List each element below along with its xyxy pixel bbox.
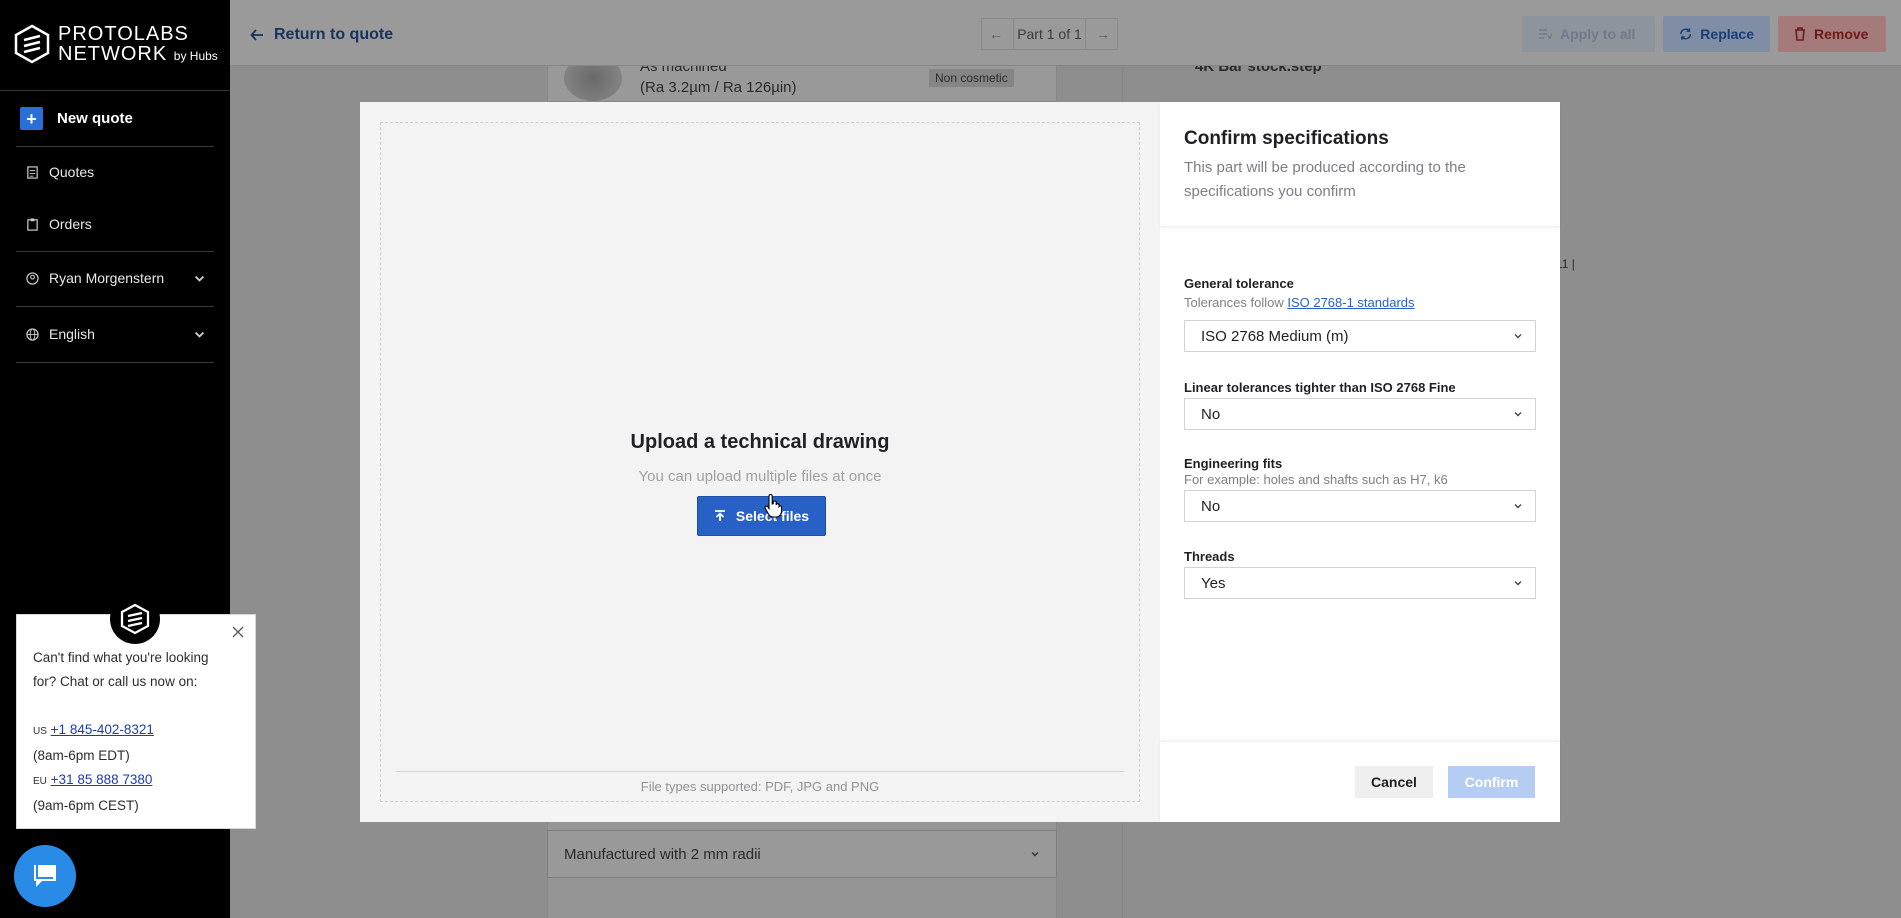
sidebar-separator bbox=[16, 251, 214, 252]
sidebar-item-language[interactable]: English bbox=[26, 326, 206, 342]
apply-to-all-button[interactable]: Apply to all bbox=[1522, 16, 1655, 52]
general-tolerance-label: General tolerance bbox=[1184, 276, 1294, 291]
threads-label: Threads bbox=[1184, 549, 1235, 564]
return-to-quote-link[interactable]: Return to quote bbox=[250, 26, 393, 44]
next-part-button[interactable]: → bbox=[1089, 26, 1117, 42]
sidebar-item-label: Orders bbox=[49, 216, 92, 232]
globe-icon bbox=[26, 327, 39, 341]
sidebar-item-account[interactable]: Ryan Morgenstern bbox=[26, 270, 206, 286]
trash-icon bbox=[1795, 27, 1805, 41]
replace-label: Replace bbox=[1700, 26, 1754, 42]
chat-bubble-icon bbox=[34, 865, 56, 887]
eu-hours: (9am-6pm CEST) bbox=[33, 798, 139, 813]
chevron-down-icon bbox=[194, 275, 205, 282]
supported-file-types: File types supported: PDF, JPG and PNG bbox=[640, 779, 880, 794]
sidebar-separator bbox=[16, 362, 214, 363]
linear-tolerance-label: Linear tolerances tighter than ISO 2768 … bbox=[1184, 380, 1456, 395]
apply-to-all-label: Apply to all bbox=[1560, 26, 1636, 42]
sidebar-item-label: Quotes bbox=[49, 164, 95, 180]
return-label: Return to quote bbox=[274, 26, 394, 43]
plus-icon: + bbox=[20, 107, 43, 130]
us-hours: (8am-6pm EDT) bbox=[33, 748, 130, 763]
logo-line-1: PROTOLABS bbox=[58, 23, 189, 45]
part-pager: ← Part 1 of 1 → bbox=[981, 18, 1118, 50]
general-tolerance-value: ISO 2768 Medium (m) bbox=[1201, 327, 1349, 345]
threads-select[interactable]: Yes bbox=[1184, 567, 1536, 599]
general-tolerance-help: Tolerances follow ISO 2768-1 standards bbox=[1184, 295, 1415, 310]
hubs-logo-icon bbox=[120, 603, 150, 635]
spec-footer: Cancel Confirm bbox=[1160, 742, 1560, 822]
dropzone-footer-divider bbox=[396, 771, 1124, 772]
technical-drawing-modal: Upload a technical drawing You can uploa… bbox=[360, 102, 1560, 822]
linear-tolerance-select[interactable]: No bbox=[1184, 398, 1536, 430]
chevron-down-icon bbox=[1514, 581, 1522, 586]
us-code: US bbox=[33, 726, 47, 737]
arrow-left-icon bbox=[250, 29, 263, 41]
chat-message-text: Can't find what you're looking for? Chat… bbox=[33, 650, 209, 689]
new-quote-label: New quote bbox=[57, 110, 133, 127]
clipboard-icon bbox=[27, 217, 38, 231]
replace-button[interactable]: Replace bbox=[1663, 16, 1770, 52]
sidebar-separator bbox=[16, 306, 214, 307]
apply-list-icon bbox=[1539, 29, 1552, 40]
user-icon bbox=[26, 271, 39, 285]
remove-button[interactable]: Remove bbox=[1778, 16, 1886, 52]
engineering-fits-value: No bbox=[1201, 497, 1221, 515]
upload-subtitle: You can upload multiple files at once bbox=[638, 468, 882, 485]
engineering-fits-help: For example: holes and shafts such as H7… bbox=[1184, 472, 1448, 487]
cancel-button[interactable]: Cancel bbox=[1355, 766, 1433, 798]
logo-line-2: NETWORK bbox=[58, 43, 168, 65]
engineering-fits-select[interactable]: No bbox=[1184, 490, 1536, 522]
close-icon[interactable] bbox=[230, 624, 246, 640]
radii-value: Manufactured with 2 mm radii bbox=[564, 845, 761, 863]
chevron-down-icon bbox=[1514, 412, 1522, 417]
pager-separator bbox=[1084, 19, 1086, 49]
engineering-fits-label: Engineering fits bbox=[1184, 456, 1283, 471]
refresh-icon bbox=[1680, 28, 1692, 40]
linear-tolerance-value: No bbox=[1201, 405, 1221, 423]
general-tolerance-help-text: Tolerances follow bbox=[1184, 295, 1288, 310]
select-files-button[interactable]: Select files bbox=[697, 496, 826, 536]
finish-roughness: (Ra 3.2µm / Ra 126µin) bbox=[640, 79, 797, 96]
sidebar-divider bbox=[0, 90, 230, 91]
eu-code: EU bbox=[33, 776, 47, 787]
radii-selector[interactable]: Manufactured with 2 mm radii bbox=[547, 830, 1057, 878]
sidebar-item-label: Ryan Morgenstern bbox=[49, 270, 165, 286]
previous-part-button[interactable]: ← bbox=[982, 26, 1010, 42]
hubs-logo-icon bbox=[14, 24, 50, 64]
pager-label: Part 1 of 1 bbox=[1017, 26, 1082, 42]
us-phone-link[interactable]: +1 845-402-8321 bbox=[51, 722, 154, 737]
sidebar-item-quotes[interactable]: Quotes bbox=[26, 164, 206, 180]
spec-header: Confirm specifications This part will be… bbox=[1160, 102, 1560, 226]
sidebar-item-label: English bbox=[49, 326, 95, 342]
chat-launcher-button[interactable] bbox=[14, 845, 76, 907]
iso-standards-link[interactable]: ISO 2768-1 standards bbox=[1287, 295, 1414, 310]
file-dropzone[interactable]: Upload a technical drawing You can uploa… bbox=[380, 122, 1140, 802]
chevron-down-icon bbox=[1514, 334, 1522, 339]
upload-icon bbox=[714, 510, 725, 521]
chat-logo bbox=[110, 594, 160, 644]
new-quote-button[interactable]: + New quote bbox=[20, 107, 133, 130]
chevron-down-icon bbox=[194, 331, 205, 338]
remove-label: Remove bbox=[1814, 26, 1869, 42]
finish-tag: Non cosmetic bbox=[929, 69, 1014, 87]
chevron-down-icon bbox=[1514, 504, 1522, 509]
hand-cursor-icon bbox=[764, 494, 782, 518]
upload-title: Upload a technical drawing bbox=[630, 431, 890, 453]
logo-by: by Hubs bbox=[173, 49, 218, 63]
eu-phone-link[interactable]: +31 85 888 7380 bbox=[51, 772, 153, 787]
sidebar-item-orders[interactable]: Orders bbox=[26, 216, 206, 232]
chevron-down-icon bbox=[1031, 852, 1039, 857]
confirm-specifications-panel: Confirm specifications This part will be… bbox=[1160, 102, 1560, 822]
threads-value: Yes bbox=[1201, 574, 1226, 592]
spec-title: Confirm specifications bbox=[1184, 128, 1389, 149]
chat-message: Can't find what you're looking for? Chat… bbox=[33, 646, 233, 818]
spec-description: This part will be produced according to … bbox=[1184, 159, 1466, 200]
document-icon bbox=[27, 165, 38, 179]
general-tolerance-select[interactable]: ISO 2768 Medium (m) bbox=[1184, 320, 1536, 352]
pager-separator bbox=[1013, 19, 1015, 49]
confirm-button[interactable]: Confirm bbox=[1448, 766, 1535, 798]
protolabs-logo[interactable]: PROTOLABS NETWORK by Hubs bbox=[14, 24, 218, 64]
sidebar-separator bbox=[16, 146, 214, 147]
